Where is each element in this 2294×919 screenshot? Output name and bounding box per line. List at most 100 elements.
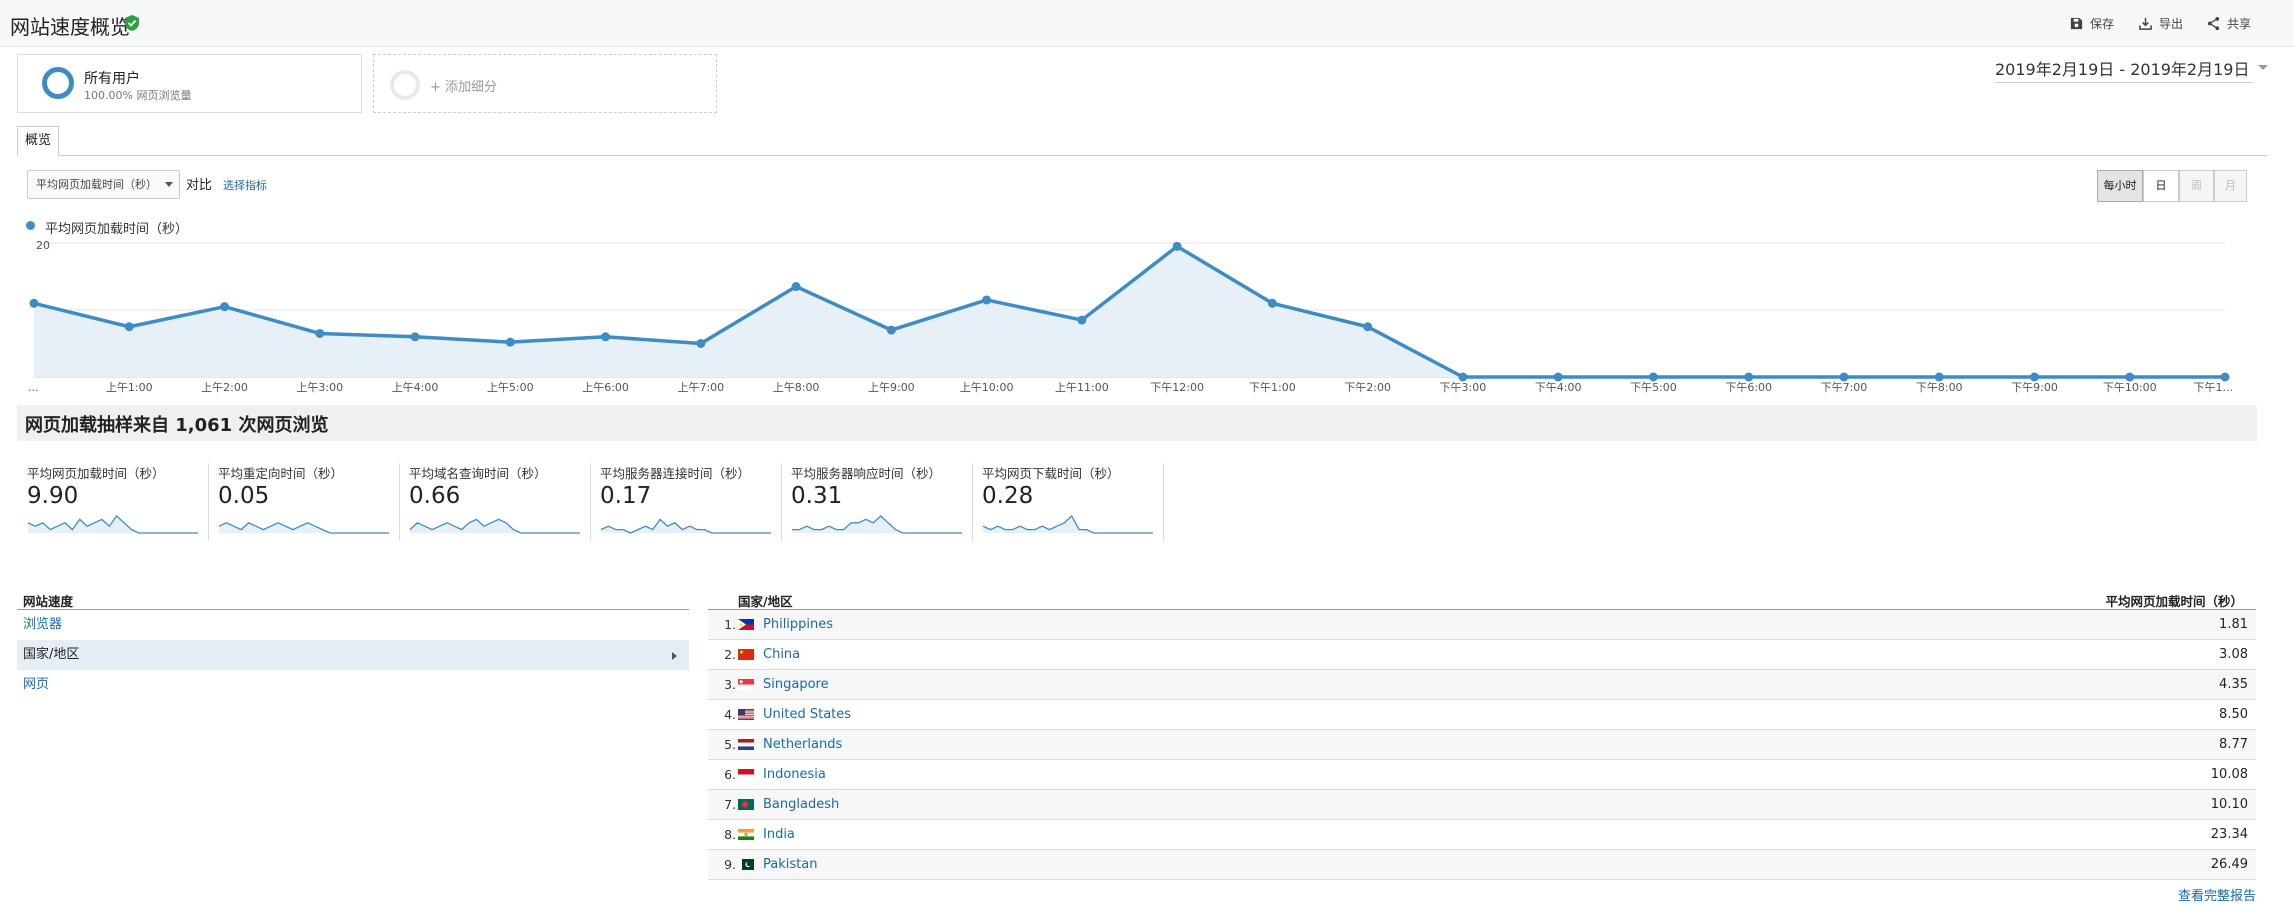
site-speed-item-page[interactable]: 网页 bbox=[17, 670, 689, 700]
load-time-value: 10.08 bbox=[2210, 767, 2248, 782]
report-header bbox=[0, 0, 2294, 47]
metric-value: 9.90 bbox=[27, 483, 79, 509]
date-underline bbox=[1995, 82, 2253, 83]
table-row: 1. Philippines 1.81 bbox=[708, 610, 2256, 640]
data-point[interactable] bbox=[124, 322, 134, 332]
table-row: 4. United States 8.50 bbox=[708, 700, 2256, 730]
x-tick-label: 下午1... bbox=[2194, 381, 2234, 394]
row-number: 7. bbox=[724, 797, 736, 812]
data-point[interactable] bbox=[601, 332, 611, 342]
pakistan-flag-icon bbox=[738, 859, 754, 870]
country-link[interactable]: Philippines bbox=[763, 617, 833, 632]
metric-tile[interactable]: 平均域名查询时间（秒） 0.66 bbox=[409, 463, 599, 541]
site-speed-item-browser[interactable]: 浏览器 bbox=[17, 610, 689, 640]
x-tick-label: 下午7:00 bbox=[1821, 381, 1868, 394]
granularity-month-button[interactable]: 月 bbox=[2214, 170, 2247, 202]
load-time-value: 8.50 bbox=[2219, 707, 2248, 722]
x-tick-label: 下午9:00 bbox=[2011, 381, 2058, 394]
country-link[interactable]: India bbox=[763, 827, 795, 842]
share-button[interactable]: 共享 bbox=[2206, 15, 2251, 32]
x-tick-label: ... bbox=[28, 381, 39, 394]
x-tick-label: 上午11:00 bbox=[1055, 381, 1109, 394]
load-time-value: 8.77 bbox=[2219, 737, 2248, 752]
data-point[interactable] bbox=[1267, 298, 1277, 308]
metric-sparkline bbox=[600, 518, 771, 534]
table-row: 2. China 3.08 bbox=[708, 640, 2256, 670]
metric-select-value: 平均网页加载时间（秒） bbox=[36, 178, 157, 191]
metric-select[interactable]: 平均网页加载时间（秒） bbox=[27, 170, 180, 199]
metric-sparkline bbox=[27, 515, 198, 534]
load-time-value: 4.35 bbox=[2219, 677, 2248, 692]
metric-label: 平均网页加载时间（秒） bbox=[27, 466, 165, 481]
load-time-value: 10.10 bbox=[2210, 797, 2248, 812]
granularity-hourly-button[interactable]: 每小时 bbox=[2097, 170, 2143, 202]
x-tick-label: 下午8:00 bbox=[1916, 381, 1963, 394]
country-link[interactable]: China bbox=[763, 647, 800, 662]
data-point[interactable] bbox=[410, 332, 420, 342]
row-number: 9. bbox=[724, 857, 736, 872]
granularity-week-button[interactable]: 周 bbox=[2179, 170, 2214, 202]
metric-tile[interactable]: 平均网页加载时间（秒） 9.90 bbox=[27, 463, 217, 541]
select-metric-link[interactable]: 选择指标 bbox=[223, 177, 267, 193]
x-tick-label: 上午2:00 bbox=[201, 381, 248, 394]
metric-tile[interactable]: 平均网页下载时间（秒） 0.28 bbox=[982, 463, 1172, 541]
legend-series-label: 平均网页加载时间（秒） bbox=[45, 222, 189, 237]
date-range-picker[interactable]: 2019年2月19日 - 2019年2月19日 bbox=[1995, 56, 2269, 80]
site-speed-item-country-label: 国家/地区 bbox=[23, 647, 80, 662]
data-point[interactable] bbox=[220, 302, 230, 312]
export-button[interactable]: 导出 bbox=[2138, 15, 2183, 32]
country-link[interactable]: Pakistan bbox=[763, 857, 817, 872]
sparkline-area bbox=[28, 516, 198, 533]
country-link[interactable]: Singapore bbox=[763, 677, 829, 692]
y-tick-label: 20 bbox=[36, 239, 50, 252]
metric-separator bbox=[208, 463, 209, 541]
data-point[interactable] bbox=[696, 339, 706, 348]
country-link[interactable]: Bangladesh bbox=[763, 797, 839, 812]
country-link[interactable]: Netherlands bbox=[763, 737, 842, 752]
data-point[interactable] bbox=[982, 295, 992, 305]
table-row: 3. Singapore 4.35 bbox=[708, 670, 2256, 700]
view-full-report-link[interactable]: 查看完整报告 bbox=[2178, 885, 2256, 904]
save-button[interactable]: 保存 bbox=[2069, 15, 2114, 32]
row-number: 2. bbox=[724, 647, 736, 662]
metric-value: 0.31 bbox=[791, 483, 843, 509]
verified-shield-icon bbox=[123, 14, 141, 32]
chevron-right-icon bbox=[672, 652, 677, 660]
data-point[interactable] bbox=[886, 325, 896, 335]
data-point[interactable] bbox=[1077, 315, 1087, 325]
metric-separator bbox=[590, 463, 591, 541]
country-link[interactable]: Indonesia bbox=[763, 767, 826, 782]
tab-overview[interactable]: 概览 bbox=[17, 126, 59, 156]
data-point[interactable] bbox=[505, 337, 515, 347]
x-tick-label: 上午3:00 bbox=[296, 381, 343, 394]
table-row: 9. Pakistan 26.49 bbox=[708, 850, 2256, 880]
site-speed-heading: 网站速度 bbox=[23, 594, 74, 609]
data-point[interactable] bbox=[315, 328, 325, 338]
x-tick-label: 上午5:00 bbox=[487, 381, 534, 394]
x-tick-label: 下午6:00 bbox=[1725, 381, 1772, 394]
metric-tile[interactable]: 平均重定向时间（秒） 0.05 bbox=[218, 463, 408, 541]
table-row: 8. India 23.34 bbox=[708, 820, 2256, 850]
metric-separator bbox=[1163, 463, 1164, 541]
data-point[interactable] bbox=[29, 298, 39, 308]
metric-tile[interactable]: 平均服务器响应时间（秒） 0.31 bbox=[791, 463, 981, 541]
country-link[interactable]: United States bbox=[763, 707, 851, 722]
share-icon bbox=[2207, 16, 2220, 31]
metric-value: 0.28 bbox=[982, 483, 1034, 509]
metric-tile[interactable]: 平均服务器连接时间（秒） 0.17 bbox=[600, 463, 790, 541]
segment-all-users[interactable]: 所有用户 100.00% 网页浏览量 bbox=[17, 54, 362, 113]
add-segment-button[interactable]: + 添加细分 bbox=[373, 54, 717, 113]
data-point[interactable] bbox=[1172, 241, 1182, 251]
metric-separator bbox=[399, 463, 400, 541]
save-label: 保存 bbox=[2090, 17, 2115, 31]
load-time-column-header: 平均网页加载时间（秒） bbox=[2105, 594, 2243, 609]
site-speed-item-country[interactable]: 国家/地区 bbox=[17, 640, 689, 670]
metric-value: 0.05 bbox=[218, 483, 270, 509]
load-time-value: 23.34 bbox=[2210, 827, 2248, 842]
data-point[interactable] bbox=[791, 282, 801, 292]
granularity-day-button[interactable]: 日 bbox=[2143, 170, 2179, 202]
data-point[interactable] bbox=[1363, 322, 1373, 332]
x-tick-label: 下午2:00 bbox=[1344, 381, 1391, 394]
x-tick-label: 上午1:00 bbox=[106, 381, 153, 394]
x-tick-label: 下午3:00 bbox=[1440, 381, 1487, 394]
